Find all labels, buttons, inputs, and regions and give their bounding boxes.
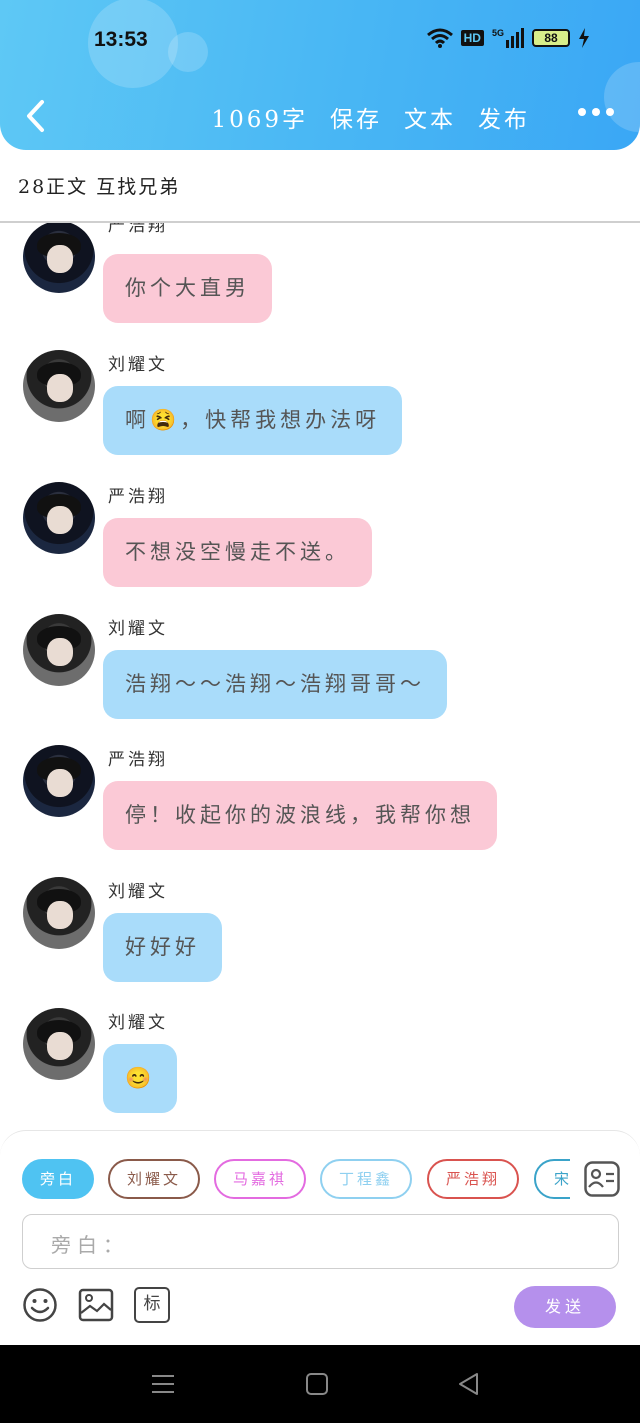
- chapter-title[interactable]: 28正文 互找兄弟: [18, 172, 180, 199]
- avatar[interactable]: [23, 482, 95, 554]
- publish-button[interactable]: 发布: [478, 100, 530, 134]
- sender-name: 严浩翔: [108, 223, 168, 236]
- system-nav-bar: [0, 1345, 640, 1423]
- message-bubble[interactable]: 😊: [103, 1044, 178, 1113]
- more-options-icon[interactable]: [578, 108, 614, 116]
- emoji-icon[interactable]: [22, 1287, 58, 1323]
- back-icon[interactable]: [454, 1369, 484, 1399]
- avatar[interactable]: [23, 350, 95, 422]
- compose-tools: 标: [22, 1287, 222, 1327]
- role-chip-song[interactable]: 宋: [534, 1159, 570, 1199]
- avatar[interactable]: [23, 614, 95, 686]
- save-button[interactable]: 保存: [330, 100, 382, 134]
- menu-icon[interactable]: [148, 1369, 178, 1399]
- home-icon[interactable]: [302, 1369, 332, 1399]
- sender-name: 刘耀文: [108, 1013, 168, 1033]
- sender-name: 刘耀文: [108, 882, 168, 902]
- image-icon[interactable]: [78, 1287, 114, 1323]
- app-header: 13:53 HD 5G 88 1069字 保存 文本 发布: [0, 0, 640, 150]
- message-bubble[interactable]: 不想没空慢走不送。: [103, 518, 372, 587]
- sender-name: 严浩翔: [108, 487, 168, 507]
- message-input[interactable]: 旁白：: [22, 1214, 619, 1269]
- avatar[interactable]: [23, 1008, 95, 1080]
- avatar[interactable]: [23, 223, 95, 293]
- signal-icon: 5G: [492, 28, 524, 48]
- role-chip-ding[interactable]: 丁程鑫: [320, 1159, 412, 1199]
- tag-button[interactable]: 标: [134, 1287, 170, 1323]
- tag-label: 标: [143, 1294, 161, 1314]
- toolbar-items: 1069字 保存 文本 发布: [211, 100, 530, 134]
- message-bubble[interactable]: 啊😫，快帮我想办法呀: [103, 386, 403, 455]
- role-manager-icon[interactable]: [584, 1161, 620, 1197]
- message-list[interactable]: 严浩翔 你个大直男 刘耀文 啊😫，快帮我想办法呀 严浩翔 不想没空慢走不送。 刘…: [0, 223, 640, 1128]
- message-bubble[interactable]: 你个大直男: [103, 254, 272, 323]
- status-bar: 13:53 HD 5G 88: [0, 0, 640, 80]
- status-time: 13:53: [94, 28, 148, 51]
- word-count: 1069字: [211, 107, 308, 133]
- role-chip-narrator[interactable]: 旁白: [22, 1159, 94, 1199]
- editor-toolbar: 1069字 保存 文本 发布: [0, 90, 640, 140]
- avatar[interactable]: [23, 745, 95, 817]
- message-bubble[interactable]: 浩翔～～浩翔～浩翔哥哥～: [103, 650, 447, 719]
- sender-name: 刘耀文: [108, 355, 168, 375]
- message-bubble[interactable]: 停！收起你的波浪线，我帮你想: [103, 781, 497, 850]
- wifi-icon: [426, 28, 453, 48]
- message-bubble[interactable]: 好好好: [103, 913, 222, 982]
- signal-label: 5G: [491, 28, 504, 38]
- sender-name: 严浩翔: [108, 750, 168, 770]
- sender-name: 刘耀文: [108, 619, 168, 639]
- battery-indicator: 88: [532, 29, 570, 47]
- role-chip-ma[interactable]: 马嘉祺: [214, 1159, 306, 1199]
- role-chip-yan[interactable]: 严浩翔: [427, 1159, 519, 1199]
- role-chip-liu[interactable]: 刘耀文: [108, 1159, 200, 1199]
- role-selector[interactable]: 旁白 刘耀文 马嘉祺 丁程鑫 严浩翔 宋: [22, 1159, 570, 1201]
- avatar[interactable]: [23, 877, 95, 949]
- input-placeholder: 旁白：: [51, 1233, 129, 1257]
- charging-icon: [579, 28, 589, 48]
- status-icons: HD 5G 88: [426, 28, 590, 48]
- text-button[interactable]: 文本: [404, 100, 456, 134]
- back-arrow-icon[interactable]: [22, 98, 52, 134]
- send-button[interactable]: 发送: [514, 1286, 616, 1328]
- compose-panel: 旁白 刘耀文 马嘉祺 丁程鑫 严浩翔 宋 旁白： 标 发送: [0, 1130, 640, 1345]
- hd-badge: HD: [460, 30, 484, 46]
